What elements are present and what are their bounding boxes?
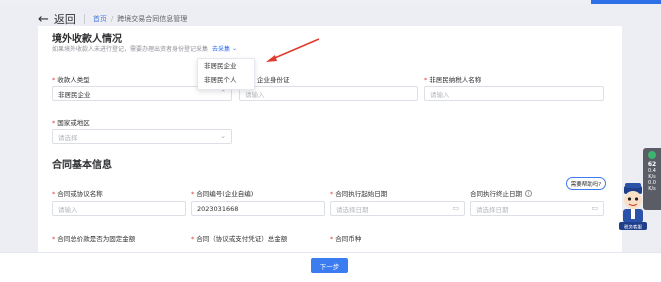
back-label: 返回 — [53, 13, 76, 26]
info-icon[interactable]: i — [525, 189, 532, 197]
contract-number-input[interactable]: 2023031668 — [191, 201, 325, 216]
section-title-payee: 境外收款人情况 — [52, 34, 122, 45]
header-divider — [83, 14, 85, 24]
start-date-picker[interactable]: 请选择日期 ▭ — [330, 201, 465, 216]
breadcrumb: 首页 / 跨境交易合同信息管理 — [93, 14, 187, 24]
status-indicator-icon — [643, 151, 661, 161]
help-bubble[interactable]: 需要帮助吗? — [566, 177, 606, 190]
enterprise-id-label: 企业身份证 — [257, 76, 290, 84]
mascot-avatar-icon[interactable]: 税务客服 — [616, 180, 650, 232]
contract-name-label: * 合同或协议名称 — [52, 190, 103, 198]
section-title-contract: 合同基本信息 — [52, 160, 112, 171]
total-amount-label: * 合同（协议或支付凭证）总金额 — [191, 235, 288, 243]
speed-value: 62 — [647, 161, 657, 168]
back-button[interactable]: ← 返回 — [38, 11, 76, 27]
currency-label: * 合同币种 — [330, 235, 362, 243]
taxpayer-name-label: * 非居民纳税人名称 — [424, 76, 482, 84]
taxpayer-name-input[interactable]: 请输入 — [424, 86, 604, 101]
contract-number-label: * 合同编号(企业自编) — [191, 190, 254, 198]
calendar-icon: ▭ — [452, 204, 459, 212]
chevron-down-icon: ⌄ — [220, 132, 226, 140]
form-card — [38, 26, 622, 282]
payee-hint-row: 如果境外收款人未进行登记，需要办理出资者身份登记采集 去采集 ⌄ — [52, 44, 237, 53]
breadcrumb-current: 跨境交易合同信息管理 — [117, 15, 188, 23]
top-bar-accent — [591, 0, 661, 4]
end-date-label: 合同执行终止日期 i — [470, 188, 532, 198]
payee-type-label: * 收款人类型 — [52, 76, 90, 84]
calendar-icon: ▭ — [591, 204, 598, 212]
payee-hint: 如果境外收款人未进行登记，需要办理出资者身份登记采集 — [52, 46, 209, 53]
dropdown-option[interactable]: 非居民个人 — [198, 73, 254, 87]
arrow-left-icon: ← — [38, 11, 49, 27]
breadcrumb-separator: / — [110, 15, 114, 23]
dropdown-option[interactable]: 非居民企业 — [198, 59, 254, 73]
country-select[interactable]: 请选择 ⌄ — [52, 129, 232, 144]
mascot-label: 税务客服 — [624, 224, 642, 231]
fixed-price-label: * 合同总价款是否为固定金额 — [52, 235, 136, 243]
breadcrumb-home[interactable]: 首页 — [93, 14, 107, 24]
end-date-picker[interactable]: 请选择日期 ▭ — [470, 201, 604, 216]
annotation-arrow-icon — [266, 38, 320, 62]
next-button[interactable]: 下一步 — [311, 258, 348, 273]
country-label: * 国家或地区 — [52, 119, 90, 127]
chevron-down-icon: ⌄ — [232, 45, 238, 52]
collect-link[interactable]: 去采集 — [212, 44, 230, 53]
page-header: ← 返回 首页 / 跨境交易合同信息管理 — [38, 9, 187, 29]
contract-name-input[interactable]: 请输入 — [52, 201, 186, 216]
payee-type-dropdown: 非居民企业 非居民个人 — [197, 58, 255, 90]
enterprise-id-input[interactable]: 请输入 — [239, 86, 418, 101]
chevron-up-icon: ⌃ — [220, 89, 226, 97]
start-date-label: * 合同执行起始日期 — [330, 190, 388, 198]
top-bar — [0, 0, 661, 4]
